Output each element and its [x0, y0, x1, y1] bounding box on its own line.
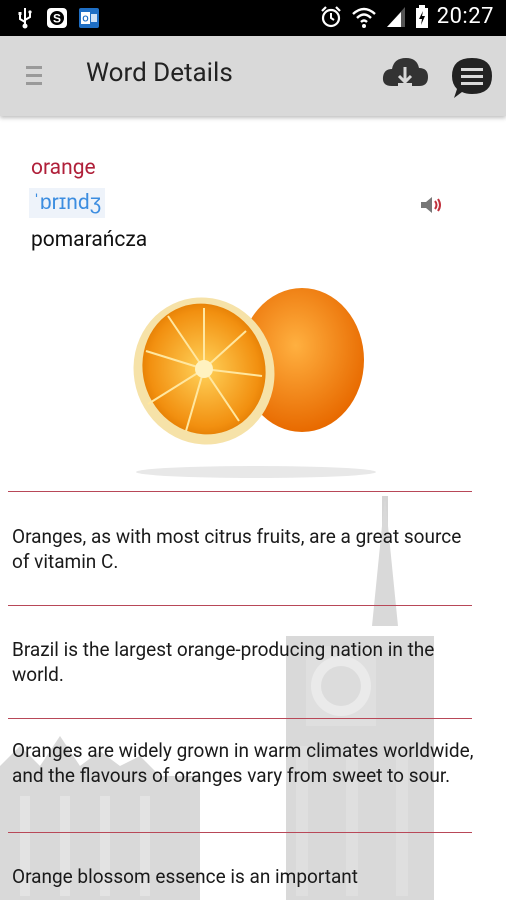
cloud-download-icon[interactable]: [380, 54, 430, 94]
word-details-content: orange ˈɒrɪndʒ pomarańcza Oranges, as wi…: [0, 116, 506, 900]
fact-item: Oranges are widely grown in warm climate…: [12, 739, 474, 787]
clock: 20:27: [436, 4, 494, 29]
fact-divider: [8, 718, 472, 719]
svg-text:O: O: [82, 15, 88, 24]
battery-icon: [415, 4, 428, 28]
outlook-icon: O: [78, 7, 100, 29]
svg-text:S: S: [53, 12, 61, 26]
action-bar: Word Details: [0, 36, 506, 116]
fact-item: Orange blossom essence is an important: [12, 865, 358, 888]
s-app-icon: S: [46, 7, 68, 29]
page-title: Word Details: [86, 58, 233, 88]
fact-divider: [8, 832, 472, 833]
usb-icon: [14, 7, 36, 29]
status-bar: S O 20:27: [0, 0, 506, 36]
wifi-icon: [351, 7, 376, 28]
word-image: [124, 276, 390, 480]
chat-icon[interactable]: [448, 54, 496, 102]
word-translation: pomarańcza: [31, 228, 148, 252]
word-phonetic: ˈɒrɪndʒ: [29, 188, 106, 218]
fact-item: Brazil is the largest orange-producing n…: [12, 638, 435, 686]
fact-divider: [8, 605, 472, 606]
fact-item: Oranges, as with most citrus fruits, are…: [12, 525, 462, 573]
alarm-icon: [320, 5, 341, 27]
fact-divider: [8, 491, 472, 492]
menu-icon[interactable]: [26, 66, 42, 86]
word-term: orange: [31, 156, 96, 180]
speaker-icon[interactable]: [419, 194, 445, 216]
signal-icon: [386, 6, 405, 27]
